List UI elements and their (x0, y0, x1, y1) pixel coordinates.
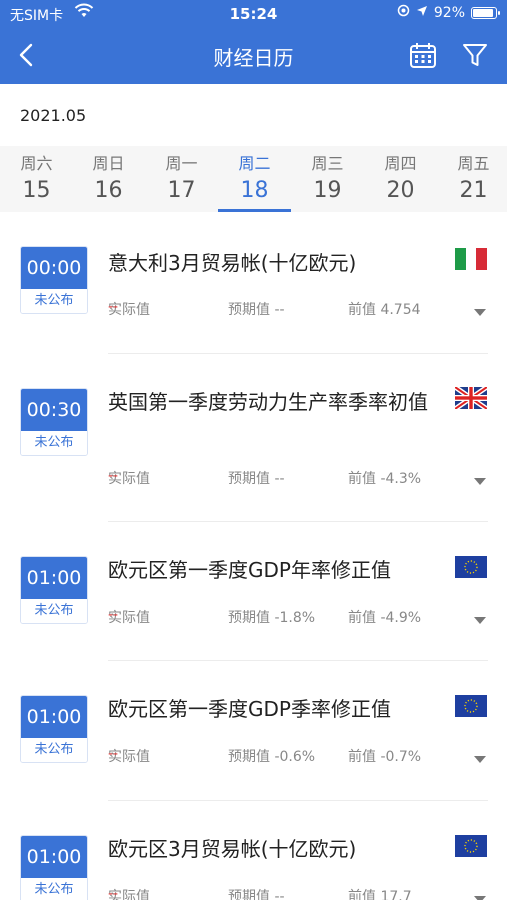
expand-caret-icon[interactable] (473, 890, 487, 900)
event-status: 未公布 (21, 289, 87, 313)
event-values: 实际值 -- 预期值 -- 前值 17.7 (108, 886, 448, 900)
event-title: 英国第一季度劳动力生产率季率初值 (108, 390, 428, 414)
battery-percent: 92% (433, 4, 465, 21)
status-right: 92% (397, 4, 500, 21)
expand-caret-icon[interactable] (473, 472, 487, 485)
week-strip: 周六 15 周日 16 周一 17 周二 18 周三 19 周四 20 周五 2… (0, 146, 507, 212)
day-tab[interactable]: 周四 20 (364, 146, 437, 212)
day-tab[interactable]: 周一 17 (145, 146, 218, 212)
time-box: 00:30 未公布 (20, 388, 88, 456)
forecast-value: 预期值 -0.6% (228, 749, 316, 765)
eu-flag-icon (455, 556, 487, 578)
expand-caret-icon[interactable] (473, 611, 487, 624)
day-date: 20 (386, 178, 415, 203)
event-time: 01:00 (21, 696, 87, 738)
forecast-value: 预期值 -- (228, 302, 285, 318)
event-title: 欧元区3月贸易帐(十亿欧元) (108, 837, 357, 861)
event-time: 00:30 (21, 389, 87, 431)
day-weekday: 周六 (20, 154, 53, 173)
top-bar: 无SIM卡 15:24 92% 财经日历 (0, 0, 507, 84)
event-values: 实际值 -- 预期值 -- 前值 -4.3% (108, 468, 448, 488)
actual-dash: -- (108, 886, 119, 900)
time-box: 00:00 未公布 (20, 246, 88, 314)
day-date: 15 (22, 178, 51, 203)
event-title: 欧元区第一季度GDP年率修正值 (108, 558, 391, 582)
previous-value: 前值 -4.9% (348, 610, 422, 626)
event-values: 实际值 -- 预期值 -1.8% 前值 -4.9% (108, 607, 448, 627)
event-status: 未公布 (21, 431, 87, 455)
previous-value: 前值 17.7 (348, 889, 412, 900)
day-weekday: 周五 (457, 154, 490, 173)
previous-value: 前值 4.754 (348, 302, 421, 318)
battery-icon (471, 6, 500, 19)
event-time: 01:00 (21, 557, 87, 599)
event-title: 欧元区第一季度GDP季率修正值 (108, 697, 391, 721)
day-date: 16 (94, 178, 123, 203)
event-status: 未公布 (21, 878, 87, 900)
day-weekday: 周日 (92, 154, 125, 173)
actual-dash: -- (108, 746, 119, 762)
day-weekday: 周三 (311, 154, 344, 173)
day-weekday: 周二 (238, 154, 271, 173)
month-label[interactable]: 2021.05 (20, 106, 86, 125)
uk-flag-icon (453, 384, 489, 412)
expand-caret-icon[interactable] (473, 303, 487, 316)
day-tab-selected[interactable]: 周二 18 (218, 146, 291, 212)
event-status: 未公布 (21, 738, 87, 762)
day-date: 17 (167, 178, 196, 203)
expand-caret-icon[interactable] (473, 750, 487, 763)
location-icon (416, 5, 428, 21)
previous-value: 前值 -4.3% (348, 471, 422, 487)
actual-dash: -- (108, 607, 119, 623)
nav-bar: 财经日历 (0, 28, 507, 84)
forecast-value: 预期值 -1.8% (228, 610, 316, 626)
event-time: 01:00 (21, 836, 87, 878)
day-weekday: 周一 (165, 154, 198, 173)
time-box: 01:00 未公布 (20, 835, 88, 900)
time-box: 01:00 未公布 (20, 695, 88, 763)
day-tab[interactable]: 周三 19 (291, 146, 364, 212)
eu-flag-icon (455, 695, 487, 717)
event-title: 意大利3月贸易帐(十亿欧元) (108, 251, 357, 275)
eu-flag-icon (455, 835, 487, 857)
forecast-value: 预期值 -- (228, 471, 285, 487)
event-status: 未公布 (21, 599, 87, 623)
day-date: 18 (240, 178, 269, 203)
day-tab[interactable]: 周日 16 (72, 146, 145, 212)
day-tab[interactable]: 周六 15 (0, 146, 73, 212)
day-tab[interactable]: 周五 21 (437, 146, 507, 212)
filter-icon[interactable] (460, 40, 490, 70)
event-item[interactable]: 00:30 未公布 英国第一季度劳动力生产率季率初值 实际值 -- 预期值 --… (0, 354, 507, 522)
italy-flag-icon (455, 248, 487, 270)
event-item[interactable]: 01:00 未公布 欧元区3月贸易帐(十亿欧元) 实际值 -- 预期值 -- 前… (0, 801, 507, 900)
event-time: 00:00 (21, 247, 87, 289)
status-bar: 无SIM卡 15:24 92% (0, 0, 507, 28)
actual-dash: -- (108, 299, 119, 315)
forecast-value: 预期值 -- (228, 889, 285, 900)
time-box: 01:00 未公布 (20, 556, 88, 624)
event-item[interactable]: 01:00 未公布 欧元区第一季度GDP年率修正值 实际值 -- 预期值 -1.… (0, 522, 507, 661)
event-item[interactable]: 01:00 未公布 欧元区第一季度GDP季率修正值 实际值 -- 预期值 -0.… (0, 661, 507, 801)
day-date: 19 (313, 178, 342, 203)
event-values: 实际值 -- 预期值 -0.6% 前值 -0.7% (108, 746, 448, 766)
event-list: 00:00 未公布 意大利3月贸易帐(十亿欧元) 实际值 -- 预期值 -- 前… (0, 212, 507, 900)
day-weekday: 周四 (384, 154, 417, 173)
calendar-icon[interactable] (408, 40, 438, 70)
lock-rotation-icon (397, 4, 410, 21)
previous-value: 前值 -0.7% (348, 749, 422, 765)
actual-dash: -- (108, 468, 119, 484)
event-values: 实际值 -- 预期值 -- 前值 4.754 (108, 299, 448, 319)
date-selector: 2021.05 周六 15 周日 16 周一 17 周二 18 周三 19 周四… (0, 84, 507, 212)
event-item[interactable]: 00:00 未公布 意大利3月贸易帐(十亿欧元) 实际值 -- 预期值 -- 前… (0, 212, 507, 354)
day-date: 21 (459, 178, 488, 203)
